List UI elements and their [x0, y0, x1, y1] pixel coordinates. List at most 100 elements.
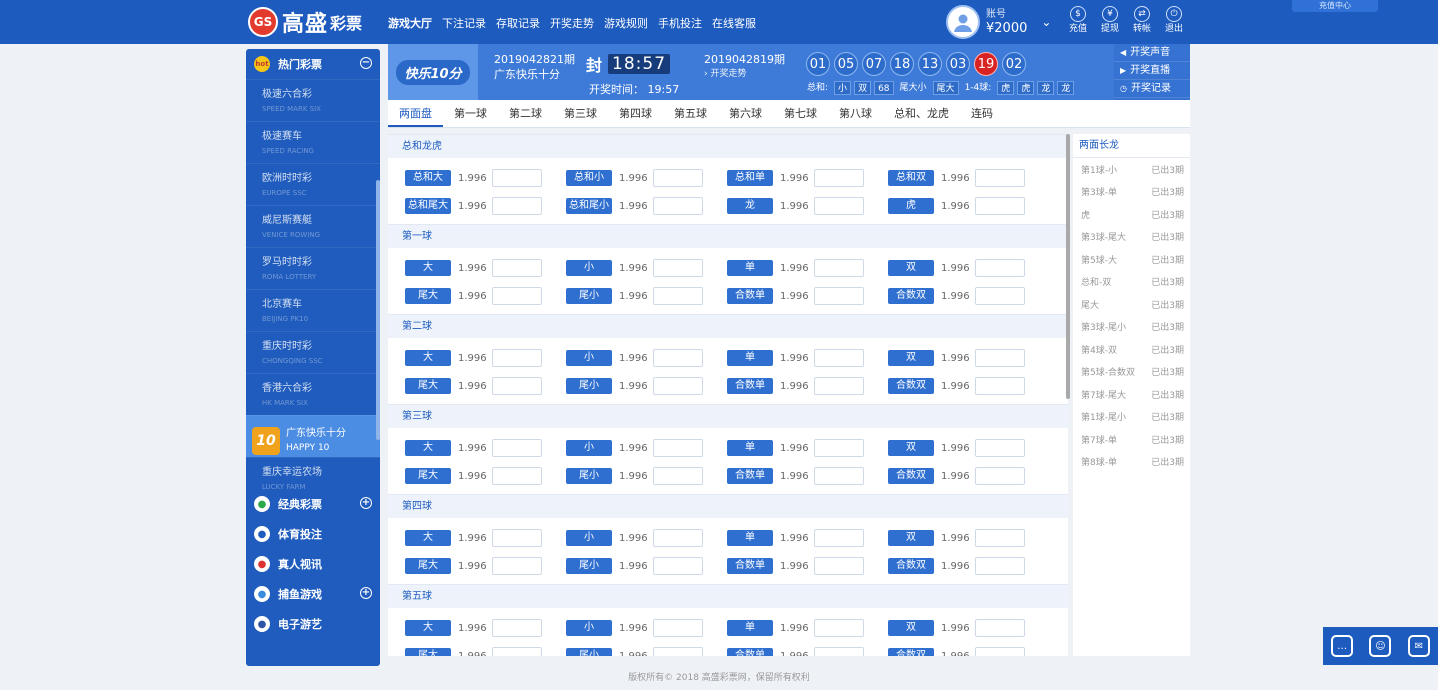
sidebar-item[interactable]: 罗马时时彩 ROMA LOTTERY [246, 247, 380, 289]
sidebar-item[interactable]: 重庆时时彩 CHONGQING SSC [246, 331, 380, 373]
bet-option-label[interactable]: 尾小 [566, 378, 612, 394]
bet-option-label[interactable]: 尾小 [566, 558, 612, 574]
bet-option-label[interactable]: 单 [727, 350, 773, 366]
bet-amount-input[interactable] [814, 349, 864, 367]
mail-icon[interactable]: ✉ [1407, 635, 1430, 657]
bet-amount-input[interactable] [492, 439, 542, 457]
bet-amount-input[interactable] [492, 197, 542, 215]
avatar[interactable] [946, 5, 980, 39]
tab-0[interactable]: 两面盘 [388, 100, 443, 127]
bet-amount-input[interactable] [653, 619, 703, 637]
bet-option-label[interactable]: 小 [566, 260, 612, 276]
tab-9[interactable]: 总和、龙虎 [883, 100, 960, 127]
bet-option-label[interactable]: 合数单 [727, 558, 773, 574]
sidebar-item[interactable]: 欧洲时时彩 EUROPE SSC [246, 163, 380, 205]
bet-option-label[interactable]: 大 [405, 530, 451, 546]
bet-amount-input[interactable] [814, 529, 864, 547]
bet-amount-input[interactable] [492, 169, 542, 187]
bet-amount-input[interactable] [975, 529, 1025, 547]
bet-amount-input[interactable] [975, 259, 1025, 277]
bet-amount-input[interactable] [653, 557, 703, 575]
sidebar-item[interactable]: 北京赛车 BEIJING PK10 [246, 289, 380, 331]
expand-icon[interactable]: + [360, 497, 372, 509]
recharge-center-button[interactable]: 充值中心 [1292, 0, 1378, 12]
bet-amount-input[interactable] [814, 619, 864, 637]
bet-amount-input[interactable] [975, 377, 1025, 395]
bet-option-label[interactable]: 合数双 [888, 468, 934, 484]
bet-option-label[interactable]: 虎 [888, 198, 934, 214]
action-logout[interactable]: ⏻ 退出 [1162, 6, 1186, 35]
bet-amount-input[interactable] [975, 467, 1025, 485]
sidebar-group[interactable]: ● 电子游艺 [246, 609, 380, 639]
bet-option-label[interactable]: 大 [405, 350, 451, 366]
bet-option-label[interactable]: 尾小 [566, 648, 612, 656]
bet-amount-input[interactable] [814, 439, 864, 457]
action-recharge[interactable]: $ 充值 [1066, 6, 1090, 35]
bet-option-label[interactable]: 双 [888, 530, 934, 546]
sidebar-item[interactable]: 极速赛车 SPEED RACING [246, 121, 380, 163]
bet-option-label[interactable]: 尾大 [405, 648, 451, 656]
bet-option-label[interactable]: 总和双 [888, 170, 934, 186]
bet-amount-input[interactable] [653, 529, 703, 547]
bet-amount-input[interactable] [975, 169, 1025, 187]
top-nav-item[interactable]: 手机投注 [658, 15, 702, 31]
top-nav-item[interactable]: 游戏规则 [604, 15, 648, 31]
bet-amount-input[interactable] [975, 439, 1025, 457]
bet-option-label[interactable]: 合数单 [727, 378, 773, 394]
bet-amount-input[interactable] [492, 287, 542, 305]
bet-option-label[interactable]: 总和大 [405, 170, 451, 186]
bet-amount-input[interactable] [653, 169, 703, 187]
bet-option-label[interactable]: 合数双 [888, 558, 934, 574]
bet-amount-input[interactable] [653, 467, 703, 485]
side-link[interactable]: ◷ 开奖记录 [1114, 80, 1190, 98]
bet-option-label[interactable]: 合数单 [727, 288, 773, 304]
bet-amount-input[interactable] [814, 557, 864, 575]
sidebar-item-active[interactable]: 10 广东快乐十分 HAPPY 10 [246, 415, 380, 457]
trend-link[interactable]: › 开奖走势 [704, 67, 785, 82]
sidebar-group[interactable]: ● 体育投注 [246, 519, 380, 549]
bet-option-label[interactable]: 总和尾大 [405, 198, 451, 214]
sidebar-item[interactable]: 威尼斯赛艇 VENICE ROWING [246, 205, 380, 247]
sidebar-item[interactable]: 重庆幸运农场 LUCKY FARM [246, 457, 380, 491]
side-link[interactable]: ▶ 开奖直播 [1114, 62, 1190, 80]
bet-option-label[interactable]: 单 [727, 260, 773, 276]
bet-option-label[interactable]: 单 [727, 620, 773, 636]
bet-option-label[interactable]: 双 [888, 350, 934, 366]
bet-option-label[interactable]: 总和尾小 [566, 198, 612, 214]
bet-amount-input[interactable] [492, 619, 542, 637]
sidebar-item[interactable]: 香港六合彩 HK MARK SIX [246, 373, 380, 415]
bet-option-label[interactable]: 合数单 [727, 468, 773, 484]
bet-option-label[interactable]: 尾小 [566, 468, 612, 484]
bet-amount-input[interactable] [653, 287, 703, 305]
site-logo[interactable]: GS 高盛 彩票 [248, 5, 362, 39]
bet-option-label[interactable]: 小 [566, 440, 612, 456]
bet-option-label[interactable]: 大 [405, 620, 451, 636]
user-menu[interactable]: 账号 ¥2000 ⌄ [946, 5, 1051, 39]
bet-amount-input[interactable] [492, 259, 542, 277]
top-nav-item[interactable]: 在线客服 [712, 15, 756, 31]
bet-amount-input[interactable] [492, 557, 542, 575]
tab-8[interactable]: 第八球 [828, 100, 883, 127]
bet-amount-input[interactable] [814, 259, 864, 277]
sidebar-scrollbar[interactable] [376, 180, 380, 440]
tab-4[interactable]: 第四球 [608, 100, 663, 127]
bet-option-label[interactable]: 大 [405, 440, 451, 456]
bet-amount-input[interactable] [975, 349, 1025, 367]
bet-option-label[interactable]: 单 [727, 440, 773, 456]
bet-amount-input[interactable] [975, 197, 1025, 215]
bet-amount-input[interactable] [975, 647, 1025, 656]
tab-10[interactable]: 连码 [960, 100, 1004, 127]
bet-option-label[interactable]: 合数单 [727, 648, 773, 656]
bet-option-label[interactable]: 尾大 [405, 378, 451, 394]
bet-option-label[interactable]: 合数双 [888, 378, 934, 394]
bet-amount-input[interactable] [653, 377, 703, 395]
bet-amount-input[interactable] [975, 287, 1025, 305]
action-withdraw[interactable]: ¥ 提现 [1098, 6, 1122, 35]
bet-option-label[interactable]: 小 [566, 620, 612, 636]
bet-amount-input[interactable] [653, 197, 703, 215]
bet-amount-input[interactable] [814, 197, 864, 215]
bet-amount-input[interactable] [492, 349, 542, 367]
top-nav-item[interactable]: 下注记录 [442, 15, 486, 31]
bet-option-label[interactable]: 单 [727, 530, 773, 546]
bet-option-label[interactable]: 双 [888, 260, 934, 276]
